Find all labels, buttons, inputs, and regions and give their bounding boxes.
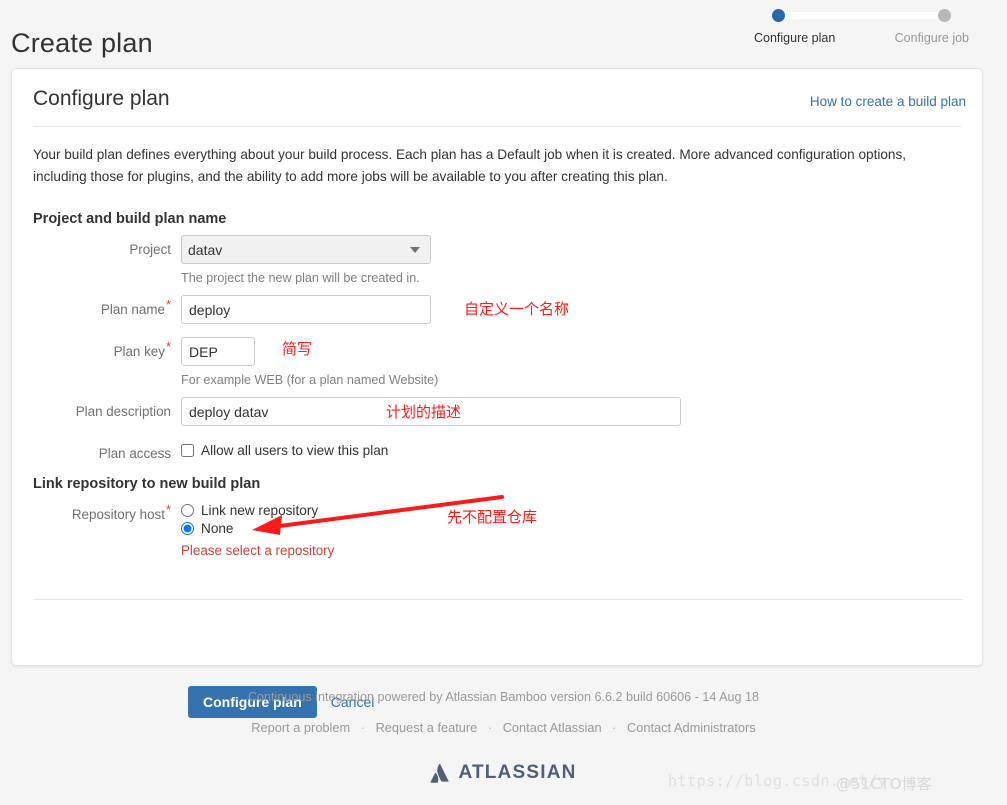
annotation-plan-description: 计划的描述	[386, 403, 462, 421]
footer-link-contact-atlassian[interactable]: Contact Atlassian	[503, 720, 602, 735]
annotation-plan-key: 简写	[282, 340, 313, 358]
radio-none-label[interactable]: None	[201, 521, 234, 536]
progress-label-configure-plan: Configure plan	[754, 31, 836, 45]
label-plan-description: Plan description	[75, 404, 171, 419]
field-row-plan-key: Plan key* For example WEB (for a plan na…	[33, 337, 961, 388]
atlassian-wordmark: ATLASSIAN	[458, 762, 577, 783]
field-row-plan-access: Plan access Allow all users to view this…	[33, 439, 961, 461]
control-plan-access: Allow all users to view this plan	[181, 439, 388, 458]
required-asterisk-plan-name: *	[165, 296, 171, 312]
progress-track-line	[778, 12, 945, 19]
label-repository-host-text: Repository host	[71, 507, 165, 522]
annotation-plan-name: 自定义一个名称	[464, 300, 570, 318]
page-header: Create plan Configure plan Configure job	[0, 0, 1007, 68]
label-plan-key: Plan key*	[33, 337, 181, 359]
plan-name-input[interactable]	[181, 295, 431, 324]
card-header: Configure plan How to create a build pla…	[12, 69, 982, 111]
allow-all-users-label[interactable]: Allow all users to view this plan	[201, 443, 388, 458]
card-title: Configure plan	[33, 87, 170, 110]
page-title: Create plan	[11, 28, 153, 59]
footer-separator: ·	[487, 720, 493, 735]
allow-all-users-checkbox[interactable]	[181, 444, 194, 457]
radio-link-new-repository[interactable]	[181, 504, 194, 517]
label-repository-host: Repository host*	[33, 500, 181, 522]
card-divider	[33, 126, 961, 127]
plan-access-checkbox-row[interactable]: Allow all users to view this plan	[181, 439, 388, 458]
footer-link-contact-administrators[interactable]: Contact Administrators	[627, 720, 756, 735]
radio-none[interactable]	[181, 522, 194, 535]
footer-credit: Continuous integration powered by Atlass…	[247, 690, 760, 704]
section-title-link-repository: Link repository to new build plan	[33, 476, 261, 492]
intro-text: Your build plan defines everything about…	[33, 147, 907, 184]
project-select[interactable]: datav	[181, 235, 431, 264]
section-title-project-and-plan-name: Project and build plan name	[33, 211, 227, 227]
hint-project: The project the new plan will be created…	[181, 271, 420, 285]
repo-option-link-new-row[interactable]: Link new repository	[181, 500, 334, 518]
label-plan-access: Plan access	[98, 446, 171, 461]
annotation-repository: 先不配置仓库	[447, 508, 538, 526]
required-asterisk-plan-key: *	[165, 338, 171, 354]
label-plan-key-text: Plan key	[113, 344, 165, 359]
hint-plan-key: For example WEB (for a plan named Websit…	[181, 373, 439, 387]
plan-key-input[interactable]	[181, 337, 255, 366]
control-repository-host: Link new repository None Please select a…	[181, 500, 334, 558]
progress-dot-configure-job	[938, 9, 951, 22]
progress-label-configure-job: Configure job	[894, 31, 969, 45]
actions-divider	[33, 599, 963, 600]
control-plan-name	[181, 295, 431, 324]
progress-labels: Configure plan Configure job	[754, 31, 969, 45]
field-row-project: Project datav The project the new plan w…	[33, 235, 961, 286]
footer-separator: ·	[360, 720, 365, 735]
footer-separator: ·	[612, 720, 617, 735]
radio-link-new-repository-label[interactable]: Link new repository	[201, 503, 318, 518]
page-footer: Continuous integration powered by Atlass…	[0, 690, 1007, 784]
footer-links: Report a problem · Request a feature · C…	[0, 720, 1007, 735]
watermark-badge: @51CTO博客	[836, 775, 932, 793]
progress-dot-configure-plan	[772, 9, 785, 22]
field-row-plan-description: Plan description	[33, 397, 961, 426]
control-project: datav The project the new plan will be c…	[181, 235, 431, 286]
atlassian-logo-icon	[430, 763, 450, 783]
how-to-create-build-plan-link[interactable]: How to create a build plan	[810, 94, 966, 109]
label-project: Project	[129, 242, 171, 257]
project-select-wrapper[interactable]: datav	[181, 235, 431, 264]
configure-plan-card: Configure plan How to create a build pla…	[11, 68, 983, 718]
label-plan-name-text: Plan name	[100, 302, 165, 317]
repository-error-message: Please select a repository	[181, 543, 335, 558]
required-asterisk-repository-host: *	[165, 501, 171, 517]
footer-link-report-a-problem[interactable]: Report a problem	[251, 720, 350, 735]
label-plan-name: Plan name*	[33, 295, 181, 317]
footer-link-request-a-feature[interactable]: Request a feature	[376, 720, 478, 735]
repo-option-none-row[interactable]: None	[181, 518, 334, 536]
